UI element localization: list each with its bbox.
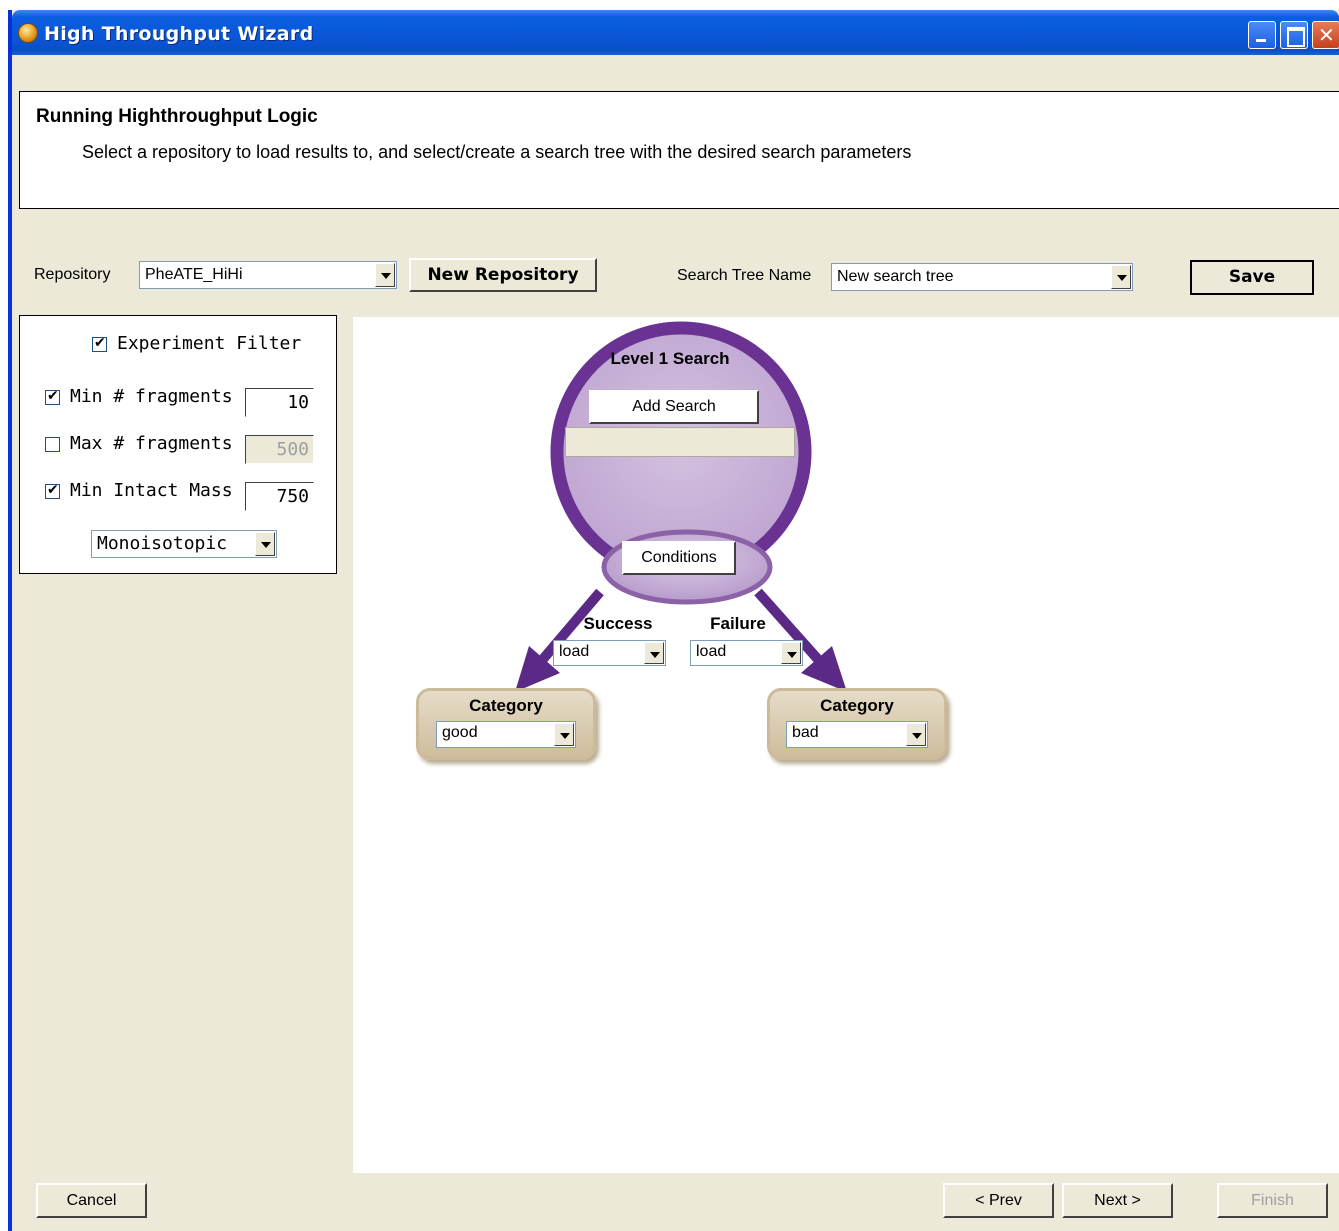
search-list-field[interactable] (565, 427, 795, 457)
experiment-filter-label: Experiment Filter (117, 333, 302, 354)
search-tree-label: Search Tree Name (677, 267, 812, 284)
add-search-button[interactable]: Add Search (589, 390, 759, 424)
title-bar[interactable]: High Throughput Wizard (12, 10, 1339, 55)
conditions-button[interactable]: Conditions (622, 541, 736, 575)
min-fragments-input[interactable]: 10 (245, 388, 314, 417)
failure-label: Failure (710, 614, 766, 633)
right-category-node: Category bad (767, 688, 947, 760)
success-action-value: load (559, 643, 590, 660)
wizard-window: High Throughput Wizard Running Highthrou… (8, 10, 1339, 1231)
max-fragments-label: Max # fragments (70, 433, 233, 454)
app-icon (18, 23, 38, 43)
mass-type-select[interactable]: Monoisotopic (91, 530, 277, 558)
cancel-button[interactable]: Cancel (36, 1183, 147, 1218)
chevron-down-icon[interactable] (255, 532, 275, 556)
min-intact-mass-input[interactable]: 750 (245, 482, 314, 511)
experiment-filter-checkbox[interactable] (92, 335, 107, 352)
failure-action-value: load (696, 643, 727, 660)
search-tree-select[interactable]: New search tree (831, 263, 1133, 291)
chevron-down-icon[interactable] (554, 723, 574, 746)
right-category-select[interactable]: bad (786, 721, 928, 748)
max-fragments-input[interactable]: 500 (245, 435, 314, 464)
next-button[interactable]: Next > (1062, 1183, 1173, 1218)
max-fragments-checkbox[interactable] (45, 437, 60, 452)
min-fragments-label: Min # fragments (70, 386, 233, 407)
min-intact-mass-label: Min Intact Mass (70, 480, 233, 501)
failure-action-select[interactable]: load (690, 640, 803, 666)
save-button[interactable]: Save (1190, 260, 1314, 295)
window-title: High Throughput Wizard (44, 23, 314, 45)
chevron-down-icon[interactable] (1111, 265, 1131, 289)
chevron-down-icon[interactable] (644, 642, 664, 664)
minimize-button[interactable] (1248, 21, 1276, 49)
right-category-label: Category (820, 696, 894, 715)
left-category-select[interactable]: good (436, 721, 576, 748)
success-label: Success (583, 614, 653, 633)
finish-button[interactable]: Finish (1217, 1183, 1328, 1218)
prev-button[interactable]: < Prev (943, 1183, 1054, 1218)
left-category-node: Category good (416, 688, 596, 760)
search-tree-value: New search tree (837, 268, 954, 285)
close-button[interactable] (1312, 21, 1339, 49)
chevron-down-icon[interactable] (781, 642, 801, 664)
header-subtitle: Select a repository to load results to, … (82, 142, 912, 162)
experiment-filter-panel: Experiment Filter Min # fragments 10 Max… (19, 315, 337, 574)
right-category-value: bad (792, 724, 819, 741)
chevron-down-icon[interactable] (906, 723, 926, 746)
mass-type-value: Monoisotopic (97, 533, 228, 554)
repository-value: PheATE_HiHi (145, 266, 243, 283)
chevron-down-icon[interactable] (375, 263, 395, 287)
min-intact-mass-checkbox[interactable] (45, 482, 60, 499)
min-fragments-checkbox[interactable] (45, 388, 60, 405)
header-title: Running Highthroughput Logic (36, 106, 318, 127)
new-repository-button[interactable]: New Repository (409, 258, 597, 292)
left-category-label: Category (469, 696, 543, 715)
level-search-title: Level 1 Search (610, 349, 730, 368)
footer-bar: Cancel < Prev Next > Finish (12, 1173, 1339, 1231)
repository-label: Repository (34, 266, 111, 283)
repository-select[interactable]: PheATE_HiHi (139, 261, 397, 289)
left-category-value: good (442, 724, 478, 741)
success-action-select[interactable]: load (553, 640, 666, 666)
maximize-button[interactable] (1280, 21, 1308, 49)
header-panel: Running Highthroughput Logic Select a re… (19, 91, 1339, 209)
